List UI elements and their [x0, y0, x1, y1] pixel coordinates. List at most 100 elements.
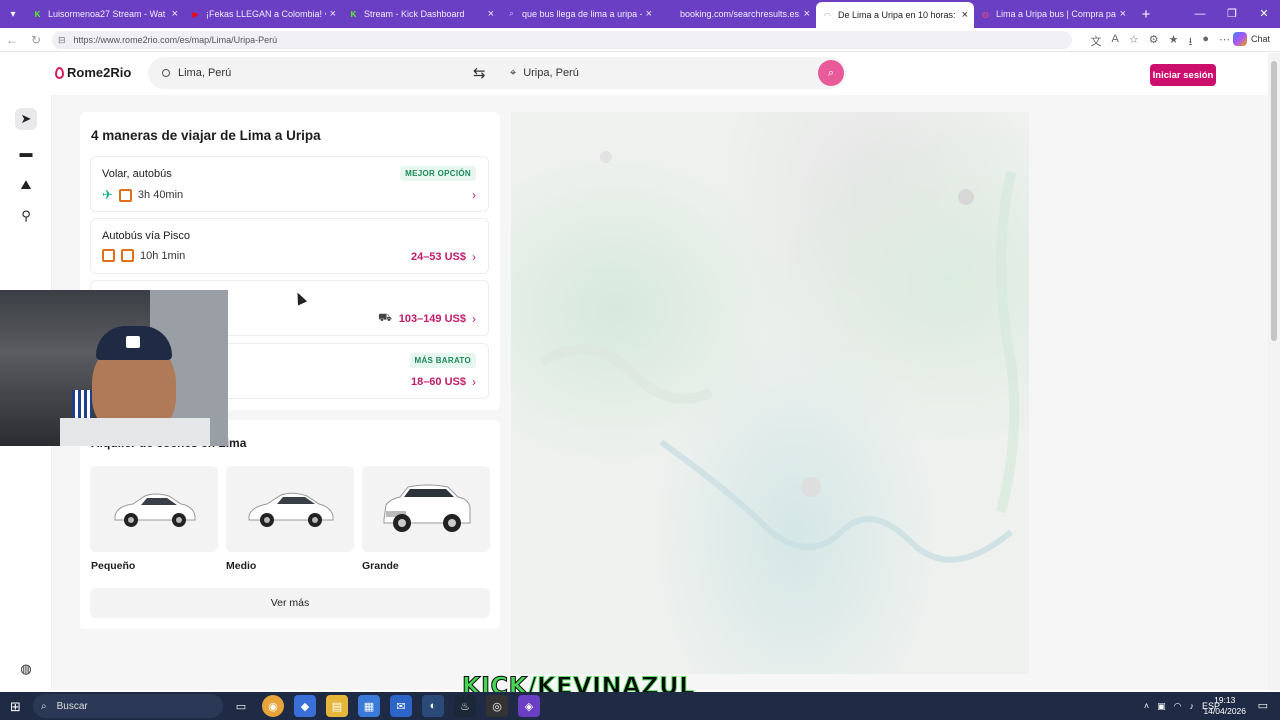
trip-search-bar: Lima, Perú ⇆ ⌖ Uripa, Perú ⌕	[148, 57, 846, 89]
tray-app-icon[interactable]: ▣	[1157, 701, 1166, 712]
language-globe-icon[interactable]: ◍	[15, 658, 37, 680]
streamer-shirt	[60, 418, 210, 446]
tab-close-icon[interactable]: ×	[646, 8, 652, 20]
login-button[interactable]: Iniciar sesión	[1150, 64, 1216, 86]
site-logo[interactable]: Rome2Rio	[55, 65, 131, 80]
chrome-icon[interactable]: ◉	[262, 695, 284, 717]
browser-tab[interactable]: K Stream - Kick Dashboard ×	[342, 0, 500, 28]
browser-tab[interactable]: ◠ De Lima a Uripa en 10 horas: prec ×	[816, 2, 974, 28]
new-tab-button[interactable]: +	[1132, 6, 1160, 23]
route-duration: 3h 40min	[137, 189, 184, 201]
tab-close-icon[interactable]: ×	[330, 8, 336, 20]
steam-icon[interactable]: ♨	[454, 695, 476, 717]
task-view-icon[interactable]: ▭	[230, 695, 252, 717]
see-more-button[interactable]: Ver más	[90, 588, 490, 618]
browser-tab[interactable]: ▶ ¡Fekas LLEGAN a Colombia! ✈ ×	[184, 0, 342, 28]
origin-field[interactable]: Lima, Perú	[162, 57, 231, 89]
store-icon[interactable]: ▦	[358, 695, 380, 717]
tab-close-icon[interactable]: ×	[488, 8, 494, 20]
clock-time: 19:13	[1214, 695, 1236, 705]
outlook-icon[interactable]: ✉	[390, 695, 412, 717]
car-large-card[interactable]	[362, 466, 490, 552]
taskbar-clock[interactable]: 19:13 14/04/2026	[1203, 695, 1246, 717]
back-icon[interactable]: ←	[0, 33, 24, 47]
car-large-label: Grande	[362, 560, 399, 572]
file-explorer-icon[interactable]: ▤	[326, 695, 348, 717]
route-price: 103–149 US$	[398, 313, 466, 325]
car-small-card[interactable]	[90, 466, 218, 552]
car-small-label: Pequeño	[91, 560, 136, 572]
chevron-right-icon: ›	[472, 250, 476, 264]
sedan-car-icon	[248, 492, 334, 527]
read-aloud-icon[interactable]: A	[1112, 33, 1119, 52]
notifications-icon[interactable]: ▭	[1258, 699, 1268, 712]
browser-tab[interactable]: ⌕ que bus llega de lima a uripa - Bú ×	[500, 0, 658, 28]
attractions-icon[interactable]: ⛰	[15, 174, 37, 196]
copilot-chat-button[interactable]: Chat	[1232, 32, 1270, 46]
car-medium-card[interactable]	[226, 466, 354, 552]
taskbar-search[interactable]: ⌕ Buscar	[33, 694, 223, 718]
route-title: Volar, autobús	[102, 168, 172, 180]
url-field[interactable]: ⊟ https://www.rome2rio.com/es/map/Lima/U…	[52, 31, 1072, 49]
browser-tab[interactable]: ⋮ booking.com/searchresults.es.htm ×	[658, 0, 816, 28]
chevron-right-icon: ›	[472, 375, 476, 389]
favorites-icon[interactable]: ★	[1169, 33, 1179, 52]
route-price: 18–60 US$	[410, 376, 466, 388]
profile-avatar[interactable]: ●	[1202, 33, 1209, 52]
taxi-icon: ⛟	[378, 312, 392, 324]
favorite-star-icon[interactable]: ☆	[1129, 33, 1139, 52]
chevron-right-icon: ›	[472, 188, 476, 202]
tab-close-icon[interactable]: ×	[172, 8, 178, 20]
tab-favicon-icon: K	[350, 9, 357, 19]
route-option-fly-bus[interactable]: Volar, autobús ✈ 3h 40min MEJOR OPCIÓN ›	[90, 156, 489, 212]
more-options-icon[interactable]: ⋯	[1219, 33, 1230, 52]
route-option-bus-pisco[interactable]: Autobús vía Pisco 10h 1min 24–53 US$ ›	[90, 218, 489, 274]
maximize-icon[interactable]: ❐	[1216, 0, 1248, 28]
tab-close-icon[interactable]: ×	[962, 9, 968, 21]
explore-icon[interactable]: ➤	[15, 108, 37, 130]
destination-field[interactable]: ⌖ Uripa, Perú	[510, 57, 579, 89]
origin-circle-icon	[162, 69, 170, 77]
route-map[interactable]	[511, 112, 1029, 674]
close-window-icon[interactable]: ✕	[1248, 0, 1280, 28]
tab-title: Stream - Kick Dashboard	[364, 9, 465, 19]
route-modes: 10h 1min	[102, 249, 185, 262]
obs-icon[interactable]: ◎	[486, 695, 508, 717]
swap-icon[interactable]: ⇆	[473, 64, 486, 82]
tab-title: Lima a Uripa bus | Compra pasaje	[996, 9, 1116, 19]
cap-logo	[126, 336, 140, 348]
search-button[interactable]: ⌕	[818, 60, 844, 86]
translate-icon[interactable]: 文	[1091, 33, 1102, 52]
webcam-overlay	[0, 290, 228, 446]
address-toolbar: ← ↻ ⊟ https://www.rome2rio.com/es/map/Li…	[0, 28, 1280, 52]
minimize-icon[interactable]: —	[1184, 0, 1216, 28]
edge-icon[interactable]: ◐	[422, 695, 444, 717]
browser-tab[interactable]: K Luisormenoa27 Stream - Wat ×	[26, 0, 184, 28]
car-rental-panel: Alquiler de coches en Lima Pequeño Medio…	[80, 420, 500, 629]
browser-tab[interactable]: ◍ Lima a Uripa bus | Compra pasaje ×	[974, 0, 1132, 28]
copilot-app-icon[interactable]: ◆	[294, 695, 316, 717]
tab-list-menu-icon[interactable]: ▾	[0, 0, 26, 28]
app-icon[interactable]: ◈	[518, 695, 540, 717]
tray-expand-icon[interactable]: ˄	[1144, 701, 1149, 711]
site-info-icon[interactable]: ⊟	[58, 35, 66, 46]
tab-close-icon[interactable]: ×	[804, 8, 810, 20]
hotels-bed-icon[interactable]: ▬	[15, 141, 37, 163]
reload-icon[interactable]: ↻	[24, 33, 48, 47]
page-scrollbar[interactable]	[1268, 53, 1280, 690]
trip-planner-icon[interactable]: ⚲	[15, 205, 37, 227]
download-icon[interactable]: ⭳	[1188, 33, 1192, 52]
wifi-icon[interactable]: ◠	[1174, 701, 1182, 712]
volume-icon[interactable]: ♪	[1189, 701, 1194, 711]
tab-title: ¡Fekas LLEGAN a Colombia! ✈	[206, 8, 326, 19]
tab-close-icon[interactable]: ×	[1120, 8, 1126, 20]
taskbar-search-label: Buscar	[56, 700, 88, 712]
extensions-icon[interactable]: ⚙	[1149, 33, 1159, 52]
route-modes: ✈ 3h 40min	[102, 187, 183, 203]
search-icon: ⌕	[41, 700, 47, 712]
bus-icon	[118, 188, 132, 202]
tab-favicon-icon: ◠	[824, 10, 831, 20]
windows-start-icon[interactable]: ⊞	[10, 699, 21, 715]
scrollbar-thumb[interactable]	[1271, 61, 1277, 341]
chevron-right-icon: ›	[472, 312, 476, 326]
